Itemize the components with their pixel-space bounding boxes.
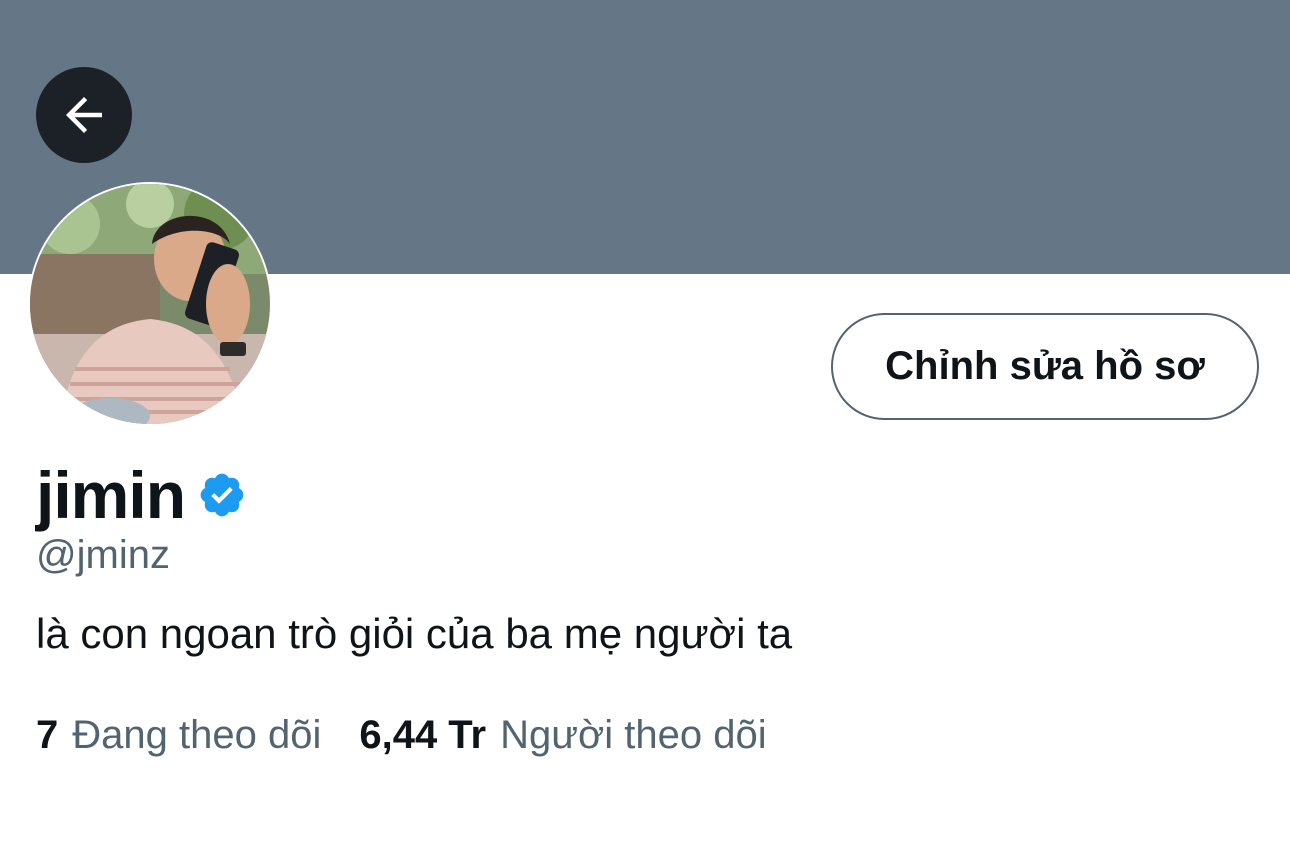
back-button[interactable] [36, 67, 132, 163]
follow-stats: 7 Đang theo dõi 6,44 Tr Người theo dõi [36, 713, 767, 758]
followers-label: Người theo dõi [500, 713, 767, 757]
edit-profile-button[interactable]: Chỉnh sửa hồ sơ [831, 313, 1259, 420]
followers-count: 6,44 Tr [359, 713, 487, 757]
name-row: jimin [36, 455, 247, 535]
display-name: jimin [36, 458, 186, 532]
arrow-left-icon [66, 97, 102, 133]
avatar-photo [30, 184, 270, 424]
followers-stat[interactable]: 6,44 Tr Người theo dõi [359, 713, 766, 758]
following-stat[interactable]: 7 Đang theo dõi [36, 713, 321, 758]
verified-badge-icon [200, 473, 244, 517]
avatar[interactable] [28, 182, 272, 426]
bio: là con ngoan trò giỏi của ba mẹ người ta [36, 610, 793, 657]
following-label: Đang theo dõi [72, 713, 322, 757]
handle: @jminz [36, 533, 170, 577]
following-count: 7 [36, 713, 59, 757]
